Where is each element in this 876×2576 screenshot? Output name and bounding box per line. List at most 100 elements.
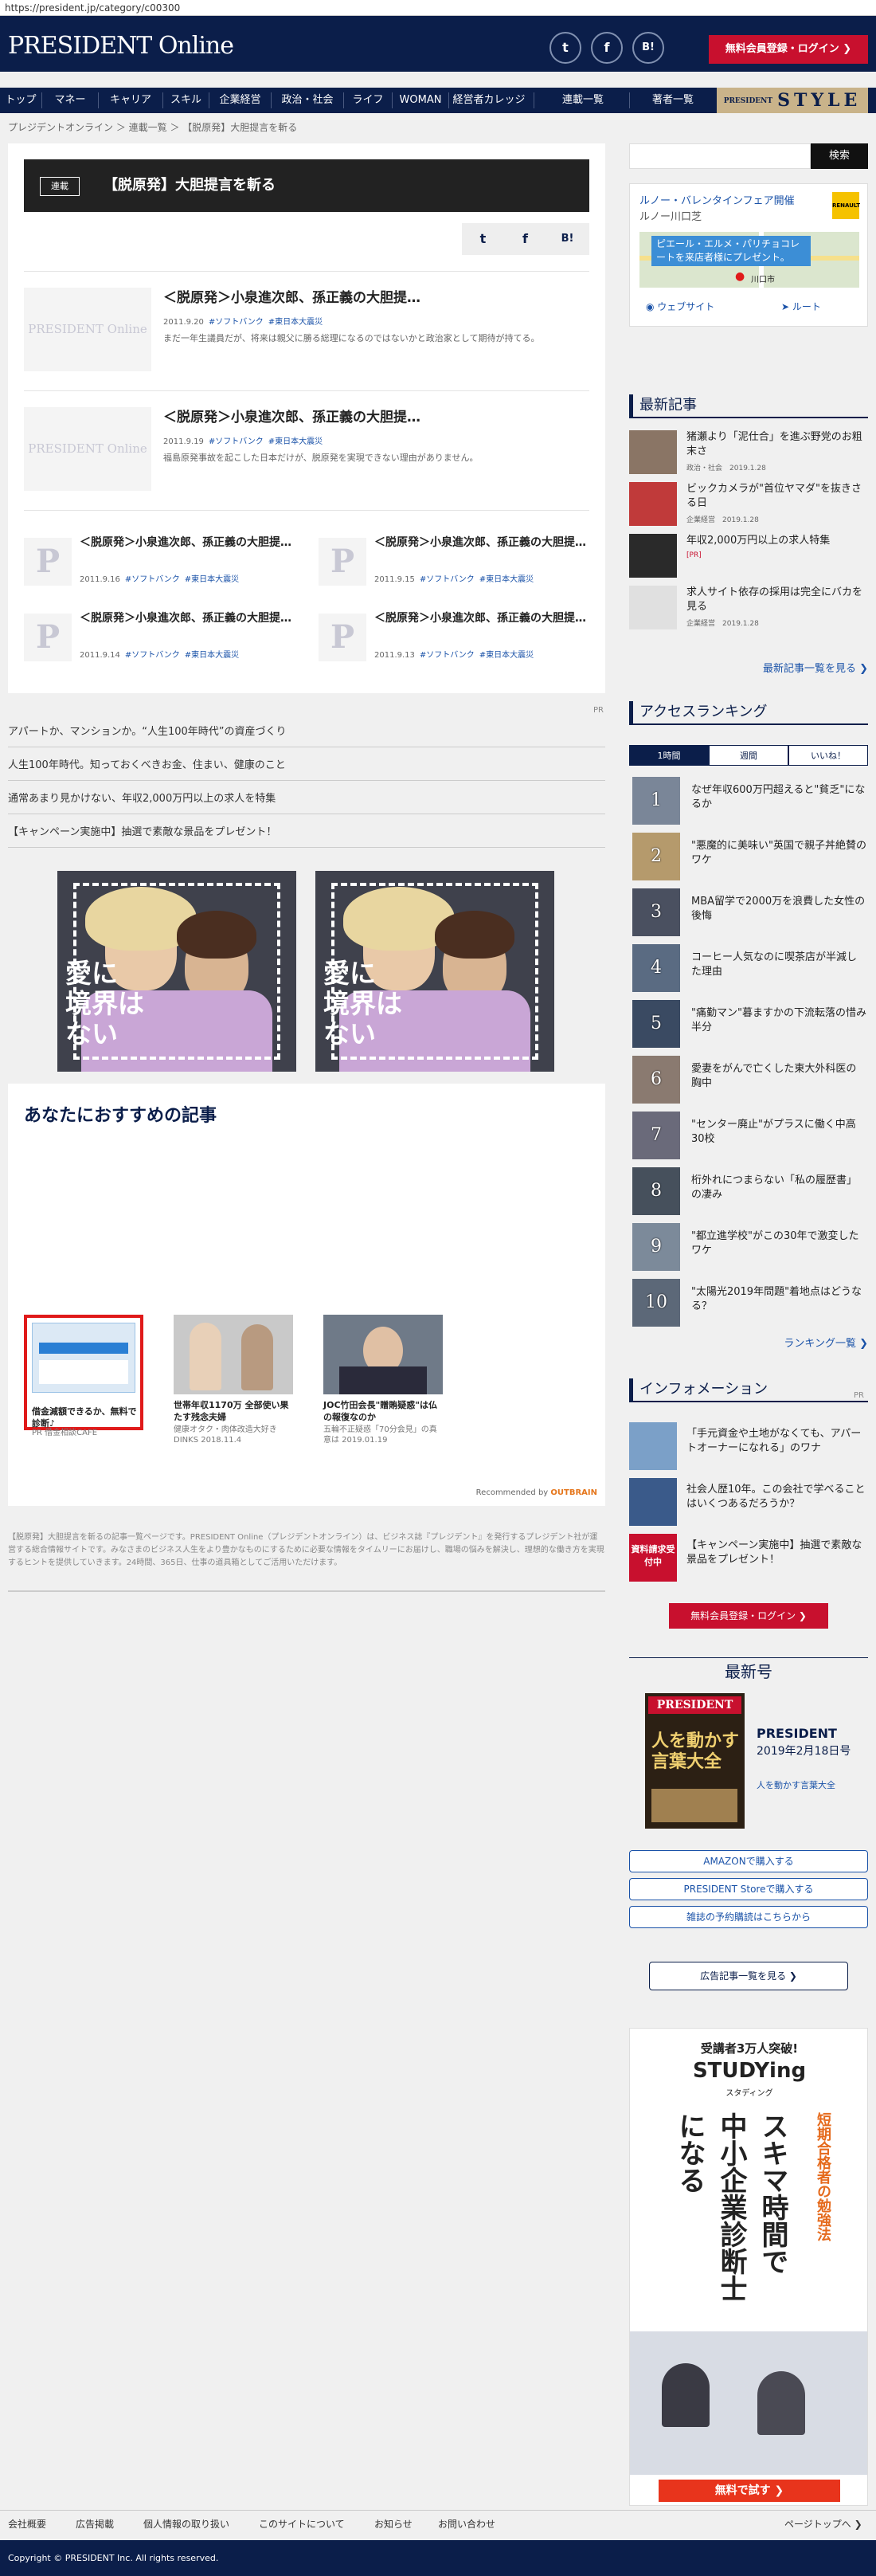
ranking-item[interactable]: 5 "痛勤マン"暮ますかの下流転落の惜み半分 — [629, 1000, 868, 1056]
banner-ad[interactable]: 愛に 境界は ない — [57, 871, 296, 1072]
twitter-icon[interactable]: t — [549, 32, 581, 64]
tag-link[interactable]: #ソフトバンク — [209, 437, 264, 446]
article-item[interactable]: P ＜脱原発＞小泉進次郎、孫正義の大胆提… 2011.9.16 #ソフトバンク #東… — [24, 526, 295, 599]
article-item[interactable]: P ＜脱原発＞小泉進次郎、孫正義の大胆提… 2011.9.14 #ソフトバンク #東… — [24, 602, 295, 675]
nav-item-skill[interactable]: スキル — [163, 88, 209, 113]
article-title[interactable]: ＜脱原発＞小泉進次郎、孫正義の大胆提… — [80, 534, 295, 551]
nav-author-list[interactable]: 著者一覧 — [633, 88, 713, 113]
ranking-title[interactable]: "センター廃止"がプラスに働く中高30校 — [691, 1118, 866, 1147]
tag-link[interactable]: #ソフトバンク — [125, 651, 180, 660]
article-title[interactable]: ＜脱原発＞小泉進次郎、孫正義の大胆提… — [80, 610, 295, 627]
footer-link-about[interactable]: このサイトについて — [259, 2517, 345, 2531]
pr-text-link[interactable]: アパートか、マンションか。“人生100年時代”の資産づくり — [8, 717, 605, 747]
recommendation-card[interactable]: JOC竹田会長"贈賄疑惑"は仏の報復なのか 五輪不正疑惑「70分会見」の真意は … — [323, 1315, 443, 1445]
article-title[interactable]: ＜脱原発＞小泉進次郎、孫正義の大胆提… — [374, 534, 589, 551]
article-item[interactable]: P ＜脱原発＞小泉進次郎、孫正義の大胆提… 2011.9.15 #ソフトバンク #東… — [319, 526, 589, 599]
tag-link[interactable]: #東日本大震災 — [185, 651, 239, 660]
hatena-bookmark-icon[interactable]: B! — [632, 32, 664, 64]
studying-ad[interactable]: 受講者3万人突破! STUDYing スタディング になる 中小企業診断士 スキ… — [629, 2028, 868, 2506]
twitter-share-icon[interactable]: t — [462, 223, 504, 255]
ranking-title[interactable]: "痛勤マン"暮ますかの下流転落の惜み半分 — [691, 1006, 866, 1035]
search-button[interactable]: 検索 — [811, 143, 868, 169]
sidebar-member-login-button[interactable]: 無料会員登録・ログイン ❯ — [669, 1603, 828, 1629]
recommendation-card[interactable]: 世帯年収1170万 全部使い果たす残念夫婦 健康オタク・肉体改造大好きDINKS… — [174, 1315, 293, 1445]
latest-article-item[interactable]: 年収2,000万円以上の求人特集 [PR] — [629, 534, 868, 582]
tag-link[interactable]: #ソフトバンク — [420, 651, 475, 660]
info-title[interactable]: 社会人歴10年。この会社で学べることはいくつあるだろうか？ — [686, 1483, 868, 1511]
ranking-item[interactable]: 7 "センター廃止"がプラスに働く中高30校 — [629, 1112, 868, 1167]
studying-cta-button[interactable]: 無料で試す ❯ — [659, 2480, 840, 2502]
pr-text-link[interactable]: 【キャンペーン実施中】抽選で素敵な景品をプレゼント！ — [8, 817, 605, 848]
latest-article-title[interactable]: 猪瀬より「泥仕合」を進ぶ野党のお粗末さ — [686, 430, 868, 459]
tag-link[interactable]: #ソフトバンク — [125, 575, 180, 584]
article-item[interactable]: P ＜脱原発＞小泉進次郎、孫正義の大胆提… 2011.9.13 #ソフトバンク #東… — [319, 602, 589, 675]
latest-article-item[interactable]: 猪瀬より「泥仕合」を進ぶ野党のお粗末さ 政治・社会 2019.1.28 — [629, 430, 868, 478]
subscribe-button[interactable]: 雑誌の予約購読はこちらから — [629, 1906, 868, 1928]
map-image[interactable]: ピエール・エルメ・パリチョコレートを来店者様にプレゼント。 ● 川口市 — [639, 232, 859, 288]
article-item[interactable]: PRESIDENT Online ＜脱原発＞小泉進次郎、孫正義の大胆提… 201… — [24, 271, 589, 389]
ranking-more-link[interactable]: ランキング一覧 ❯ — [784, 1335, 868, 1350]
tab-1hour[interactable]: 1時間 — [629, 745, 709, 766]
facebook-icon[interactable]: f — [591, 32, 623, 64]
ranking-item[interactable]: 6 愛妻をがんで亡くした東大外科医の胸中 — [629, 1056, 868, 1112]
ranking-item[interactable]: 4 コーヒー人気なのに喫茶店が半減した理由 — [629, 944, 868, 1000]
recommendation-card-title[interactable]: 借金減額できるか、無料で診断♪ — [32, 1406, 137, 1429]
ranking-item[interactable]: 1 なぜ年収600万円超えると"貧乏"になるか — [629, 777, 868, 833]
article-title[interactable]: ＜脱原発＞小泉進次郎、孫正義の大胆提… — [374, 610, 589, 627]
article-title[interactable]: ＜脱原発＞小泉進次郎、孫正義の大胆提… — [163, 407, 420, 428]
article-title[interactable]: ＜脱原発＞小泉進次郎、孫正義の大胆提… — [163, 288, 420, 308]
nav-series-list[interactable]: 連載一覧 — [543, 88, 623, 113]
website-link[interactable]: ◉ ウェブサイト — [646, 300, 714, 313]
outbrain-credit[interactable]: Recommended by OUTBRAIN — [476, 1488, 597, 1497]
tag-link[interactable]: #ソフトバンク — [209, 318, 264, 327]
latest-article-item[interactable]: 求人サイト依存の採用は完全にバカを見る 企業経営 2019.1.28 — [629, 586, 868, 633]
magazine-cover[interactable]: PRESIDENT 人を動かす言葉大全 — [645, 1693, 745, 1829]
map-ad-title[interactable]: ルノー・バレンタインフェア開催 — [639, 192, 795, 207]
tag-link[interactable]: #東日本大震災 — [479, 651, 534, 660]
nav-item-woman[interactable]: WOMAN — [393, 88, 448, 113]
page-top-link[interactable]: ページトップへ ❯ — [784, 2517, 862, 2531]
nav-item-life[interactable]: ライフ — [344, 88, 392, 113]
article-item[interactable]: PRESIDENT Online ＜脱原発＞小泉進次郎、孫正義の大胆提… 201… — [24, 390, 589, 508]
info-item[interactable]: 社会人歴10年。この会社で学べることはいくつあるだろうか？ — [629, 1478, 868, 1534]
info-title[interactable]: 「手元資金や土地がなくても、アパートオーナーになれる」のワナ — [686, 1427, 868, 1456]
magazine-name[interactable]: PRESIDENT — [757, 1725, 837, 1743]
ad-article-list-button[interactable]: 広告記事一覧を見る ❯ — [649, 1962, 848, 1990]
url-bar[interactable]: https://president.jp/category/c00300 — [0, 0, 876, 16]
tag-link[interactable]: #東日本大震災 — [479, 575, 534, 584]
latest-more-link[interactable]: 最新記事一覧を見る ❯ — [763, 660, 868, 675]
buy-amazon-button[interactable]: AMAZONで購入する — [629, 1850, 868, 1872]
tab-weekly[interactable]: 週間 — [709, 745, 788, 766]
tab-likes[interactable]: いいね！ — [788, 745, 868, 766]
footer-link-privacy[interactable]: 個人情報の取り扱い — [143, 2517, 229, 2531]
nav-item-money[interactable]: マネー — [42, 88, 98, 113]
tag-link[interactable]: #ソフトバンク — [420, 575, 475, 584]
tag-link[interactable]: #東日本大震災 — [268, 437, 323, 446]
latest-article-title[interactable]: 求人サイト依存の採用は完全にバカを見る — [686, 586, 868, 614]
ranking-item[interactable]: 3 MBA留学で2000万を浪費した女性の後悔 — [629, 888, 868, 944]
recommendation-card-title[interactable]: JOC竹田会長"贈賄疑惑"は仏の報復なのか — [323, 1399, 443, 1423]
facebook-share-icon[interactable]: f — [504, 223, 546, 255]
ranking-title[interactable]: "太陽光2019年問題"着地点はどうなる？ — [691, 1285, 866, 1314]
nav-item-politics[interactable]: 政治・社会 — [272, 88, 343, 113]
info-item[interactable]: 「手元資金や土地がなくても、アパートオーナーになれる」のワナ — [629, 1422, 868, 1478]
latest-article-title[interactable]: 年収2,000万円以上の求人特集 — [686, 534, 868, 548]
nav-item-top[interactable]: トップ — [0, 88, 41, 113]
ranking-title[interactable]: "都立進学校"がこの30年で激変したワケ — [691, 1229, 866, 1258]
footer-link-news[interactable]: お知らせ — [374, 2517, 413, 2531]
site-logo[interactable]: PRESIDENT Online — [8, 32, 234, 60]
ranking-item[interactable]: 10 "太陽光2019年問題"着地点はどうなる？ — [629, 1279, 868, 1335]
footer-link-company[interactable]: 会社概要 — [8, 2517, 46, 2531]
ranking-item[interactable]: 9 "都立進学校"がこの30年で激変したワケ — [629, 1223, 868, 1279]
ranking-title[interactable]: 愛妻をがんで亡くした東大外科医の胸中 — [691, 1062, 866, 1091]
nav-item-management[interactable]: 企業経営 — [209, 88, 271, 113]
ranking-title[interactable]: コーヒー人気なのに喫茶店が半減した理由 — [691, 951, 866, 979]
ranking-item[interactable]: 2 "悪魔的に美味い"英国で親子丼絶賛のワケ — [629, 833, 868, 888]
search-input[interactable] — [629, 143, 811, 169]
buy-store-button[interactable]: PRESIDENT Storeで購入する — [629, 1878, 868, 1900]
president-style-link[interactable]: PRESIDENT STYLE — [717, 88, 868, 113]
info-item[interactable]: 資料請求受付中 【キャンペーン実施中】抽選で素敵な景品をプレゼント！ — [629, 1534, 868, 1590]
hatena-share-icon[interactable]: B! — [546, 223, 589, 255]
recommendation-card-ad[interactable]: 借金減額できるか、無料で診断♪ PR 借金相談CAFE — [24, 1315, 143, 1437]
footer-link-ads[interactable]: 広告掲載 — [76, 2517, 114, 2531]
